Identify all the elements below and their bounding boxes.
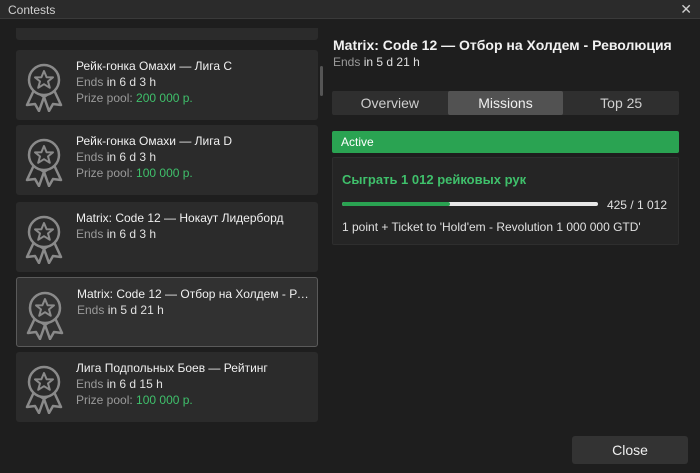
award-ribbon-star-icon — [25, 63, 63, 112]
detail-ends: Ends in 5 d 21 h — [333, 55, 420, 69]
contest-ends: Ends in 6 d 15 h — [76, 377, 163, 391]
tab-top-25[interactable]: Top 25 — [563, 91, 679, 115]
contest-card[interactable]: Matrix: Code 12 — Нокаут Лидерборд Ends … — [16, 202, 318, 272]
close-button[interactable]: Close — [572, 436, 688, 464]
status-banner: Active — [332, 131, 679, 153]
contest-prize: Prize pool: 100 000 р. — [76, 393, 193, 407]
detail-title: Matrix: Code 12 — Отбор на Холдем - Рево… — [333, 37, 672, 53]
contest-card-selected[interactable]: Matrix: Code 12 — Отбор на Холдем - Рево… — [16, 277, 318, 347]
window-title: Contests — [8, 3, 56, 17]
contest-ends: Ends in 5 d 21 h — [77, 303, 164, 317]
detail-tabs: Overview Missions Top 25 — [332, 91, 679, 115]
contest-card-partial[interactable] — [16, 28, 318, 40]
award-ribbon-star-icon — [25, 215, 63, 264]
mission-card: Сыграть 1 012 рейковых рук 425 / 1 012 1… — [332, 157, 679, 245]
contest-ends: Ends in 6 d 3 h — [76, 75, 157, 89]
mission-progress-bar — [342, 202, 598, 206]
contest-prize: Prize pool: 100 000 р. — [76, 166, 193, 180]
mission-progress-fill — [342, 202, 450, 206]
window-close-icon[interactable]: ✕ — [680, 1, 692, 17]
contest-ends: Ends in 6 d 3 h — [76, 227, 157, 241]
contest-ends: Ends in 6 d 3 h — [76, 150, 157, 164]
tab-overview[interactable]: Overview — [332, 91, 448, 115]
contest-name: Matrix: Code 12 — Отбор на Холдем - Рево… — [77, 287, 315, 301]
mission-reward: 1 point + Ticket to 'Hold'em - Revolutio… — [342, 220, 641, 234]
mission-title: Сыграть 1 012 рейковых рук — [342, 172, 527, 187]
title-bar: Contests ✕ — [0, 0, 700, 19]
contest-card[interactable]: Рейк-гонка Омахи — Лига D Ends in 6 d 3 … — [16, 125, 318, 195]
award-ribbon-star-icon — [25, 365, 63, 414]
list-scrollbar[interactable] — [320, 66, 323, 96]
mission-progress-count: 425 / 1 012 — [606, 198, 667, 212]
award-ribbon-star-icon — [26, 291, 64, 340]
contest-name: Лига Подпольных Боев — Рейтинг — [76, 361, 268, 375]
contest-name: Matrix: Code 12 — Нокаут Лидерборд — [76, 211, 284, 225]
contest-list[interactable]: Рейк-гонка Омахи — Лига С Ends in 6 d 3 … — [14, 28, 320, 424]
status-label: Active — [341, 135, 374, 149]
contest-name: Рейк-гонка Омахи — Лига D — [76, 134, 233, 148]
contest-prize: Prize pool: 200 000 р. — [76, 91, 193, 105]
contest-card[interactable]: Рейк-гонка Омахи — Лига С Ends in 6 d 3 … — [16, 50, 318, 120]
contest-name: Рейк-гонка Омахи — Лига С — [76, 59, 233, 73]
tab-missions[interactable]: Missions — [447, 91, 564, 115]
award-ribbon-star-icon — [25, 138, 63, 187]
contest-card[interactable]: Лига Подпольных Боев — Рейтинг Ends in 6… — [16, 352, 318, 422]
